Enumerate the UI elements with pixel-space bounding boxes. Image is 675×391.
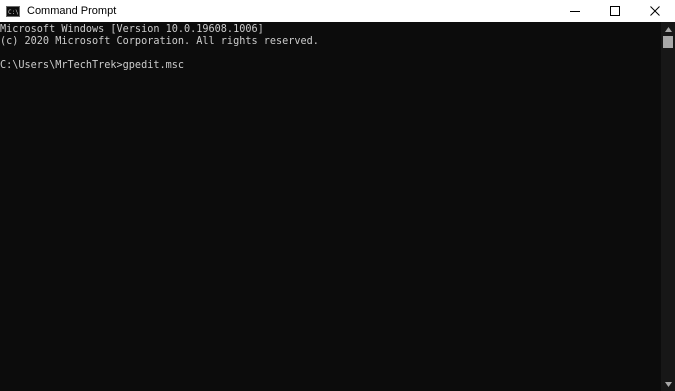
command-prompt-window: C:\ Command Prompt Microsoft Windows [Ve… xyxy=(0,0,675,391)
chevron-up-icon xyxy=(664,26,672,32)
console-command-line: C:\Users\MrTechTrek>gpedit.msc xyxy=(0,60,185,71)
maximize-icon xyxy=(610,6,620,16)
console-app-icon: C:\ xyxy=(6,5,20,17)
scroll-up-button[interactable] xyxy=(661,23,675,35)
scroll-down-button[interactable] xyxy=(661,378,675,390)
caption-buttons xyxy=(555,0,675,22)
scrollbar-thumb[interactable] xyxy=(663,36,673,48)
close-button[interactable] xyxy=(635,0,675,22)
window-title: Command Prompt xyxy=(27,5,117,17)
console-line: Microsoft Windows [Version 10.0.19608.10… xyxy=(0,24,264,35)
vertical-scrollbar[interactable] xyxy=(661,22,675,391)
maximize-button[interactable] xyxy=(595,0,635,22)
console-output-area[interactable]: Microsoft Windows [Version 10.0.19608.10… xyxy=(0,22,661,391)
chevron-down-icon xyxy=(664,381,672,387)
minimize-icon xyxy=(570,11,580,12)
svg-text:C:\: C:\ xyxy=(8,9,18,15)
minimize-button[interactable] xyxy=(555,0,595,22)
title-bar[interactable]: C:\ Command Prompt xyxy=(0,0,675,22)
console-line: (c) 2020 Microsoft Corporation. All righ… xyxy=(0,36,319,47)
close-icon xyxy=(650,6,660,16)
